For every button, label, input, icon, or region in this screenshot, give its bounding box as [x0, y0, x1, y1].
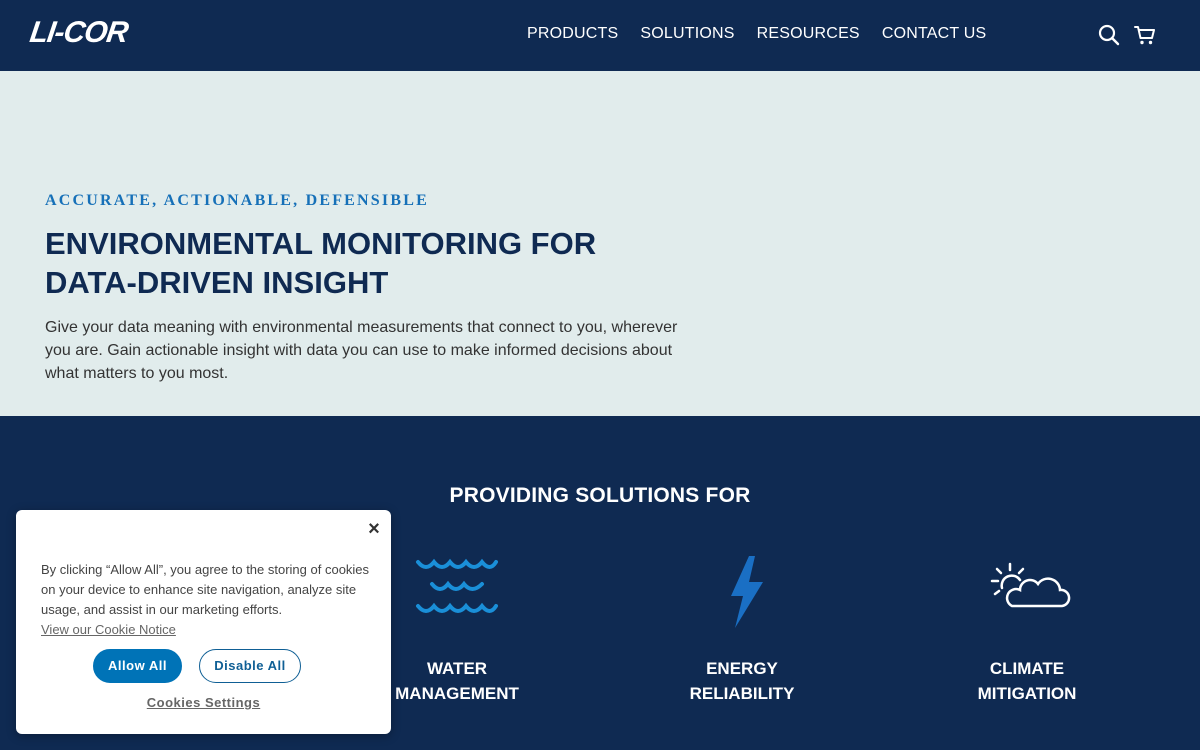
cookie-text: By clicking “Allow All”, you agree to th… [41, 560, 371, 640]
licor-logo[interactable]: LI-COR [27, 16, 155, 49]
hero-body: Give your data meaning with environmenta… [45, 319, 678, 382]
solution-climate-mitigation[interactable]: CLIMATE MITIGATION [927, 554, 1127, 706]
cookie-banner: × By clicking “Allow All”, you agree to … [16, 510, 391, 734]
site-header: LI-COR PRODUCTS SOLUTIONS RESOURCES CONT… [0, 0, 1200, 71]
nav-resources[interactable]: RESOURCES [757, 24, 860, 44]
solutions-title: PROVIDING SOLUTIONS FOR [449, 484, 751, 507]
main-nav: PRODUCTS SOLUTIONS RESOURCES CONTACT US [527, 24, 1008, 44]
disable-all-button[interactable]: Disable All [199, 649, 301, 683]
close-icon[interactable]: × [365, 519, 383, 539]
nav-products[interactable]: PRODUCTS [527, 24, 618, 44]
nav-contact-us[interactable]: CONTACT US [882, 24, 987, 44]
cookie-message: By clicking “Allow All”, you agree to th… [41, 562, 370, 617]
hero-section: ACCURATE, ACTIONABLE, DEFENSIBLE ENVIRON… [0, 71, 1200, 416]
nav-solutions[interactable]: SOLUTIONS [640, 24, 734, 44]
cookies-settings-link[interactable]: Cookies Settings [16, 695, 391, 710]
hero-title: ENVIRONMENTAL MONITORING FOR DATA-DRIVEN… [45, 226, 597, 300]
search-icon[interactable] [1098, 24, 1120, 46]
cookie-notice-link[interactable]: View our Cookie Notice [41, 622, 176, 637]
water-waves-icon [416, 558, 498, 613]
solution-energy-reliability[interactable]: ENERGY RELIABILITY [642, 554, 842, 706]
logo-text: LI-COR [27, 16, 130, 49]
sun-cloud-icon [990, 562, 1071, 608]
solution-label: ENERGY RELIABILITY [689, 659, 795, 703]
lightning-bolt-icon [731, 556, 763, 628]
hero-eyebrow: ACCURATE, ACTIONABLE, DEFENSIBLE [45, 192, 429, 209]
cart-icon[interactable] [1134, 24, 1156, 46]
solution-label: CLIMATE MITIGATION [977, 659, 1077, 703]
allow-all-button[interactable]: Allow All [93, 649, 182, 683]
